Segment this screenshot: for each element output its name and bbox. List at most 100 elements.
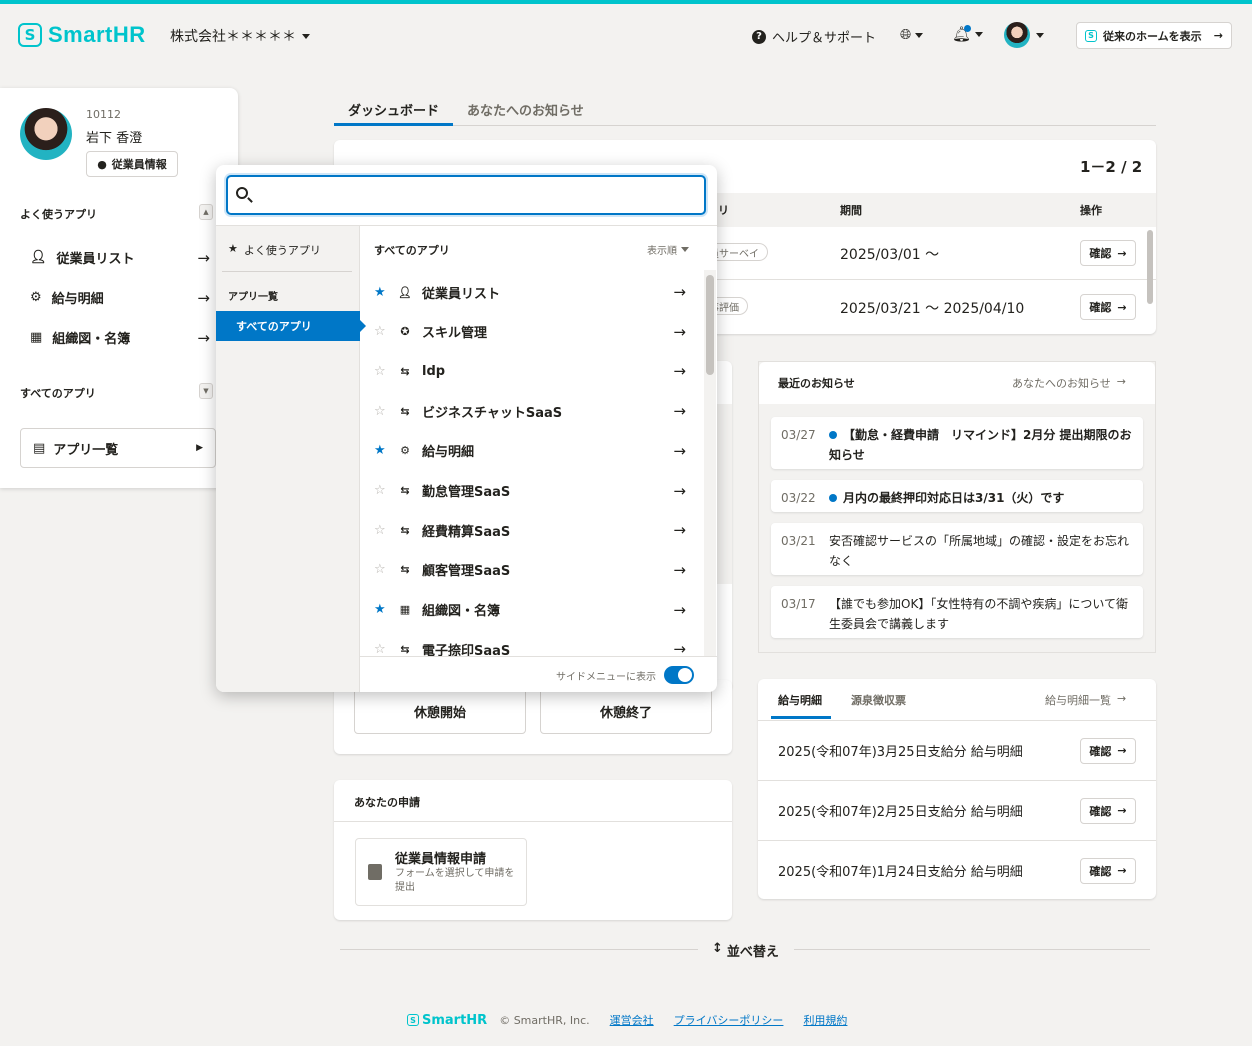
star-outline-icon[interactable]: ☆ bbox=[374, 404, 388, 419]
arrow-right-icon: → bbox=[673, 600, 686, 619]
arrow-right-icon: → bbox=[673, 402, 686, 421]
arrow-right-icon: → bbox=[197, 288, 210, 307]
app-list-item[interactable]: ☆ ⇆ 電子捺印SaaS → bbox=[374, 629, 686, 656]
category-label: よく使うアプリ bbox=[243, 244, 321, 257]
sort-button[interactable]: ↕ 並べ替え bbox=[712, 941, 779, 960]
payslip-link-label: 給与明細一覧 bbox=[1045, 694, 1111, 707]
app-list-item[interactable]: ☆ ⇆ 経費精算SaaS → bbox=[374, 510, 686, 550]
arrow-right-icon: → bbox=[673, 481, 686, 500]
classic-home-label: 従来のホームを表示 bbox=[1103, 29, 1202, 43]
news-item[interactable]: 03/17 【誰でも参加OK】「女性特有の不調や疾病」について衛生委員会で講義し… bbox=[771, 586, 1143, 638]
app-list-item[interactable]: ☆ ⇆ 顧客管理SaaS → bbox=[374, 550, 686, 590]
tab-notices[interactable]: あなたへのお知らせ bbox=[467, 100, 584, 119]
chevron-down-icon bbox=[681, 247, 689, 252]
app-list-item[interactable]: ☆ ✪ スキル管理 → bbox=[374, 312, 686, 352]
payslip-row[interactable]: 2025(令和07年)3月25日支給分 給与明細 確認 → bbox=[758, 720, 1156, 780]
star-outline-icon[interactable]: ☆ bbox=[374, 562, 388, 577]
news-text: 月内の最終押印対応日は3/31（火）です bbox=[843, 491, 1065, 505]
help-support-link[interactable]: ? ヘルプ＆サポート bbox=[752, 27, 876, 46]
payslip-row[interactable]: 2025(令和07年)1月24日支給分 給与明細 確認 → bbox=[758, 840, 1156, 900]
link-icon: ⇆ bbox=[400, 404, 410, 418]
star-outline-icon[interactable]: ☆ bbox=[374, 483, 388, 498]
chevron-down-icon bbox=[915, 32, 924, 38]
star-filled-icon[interactable]: ★ bbox=[374, 443, 388, 458]
sidebar-item-label: 給与明細 bbox=[51, 292, 104, 307]
footer-link-company[interactable]: 運営会社 bbox=[610, 1012, 654, 1028]
news-item[interactable]: 03/27 【勤怠・経費申請 リマインド】2月分 提出期限のお知らせ bbox=[771, 417, 1143, 469]
break-start-button[interactable]: 休憩開始 bbox=[354, 688, 526, 734]
app-list-item[interactable]: ★ 👤︎ 従業員リスト → bbox=[374, 272, 686, 312]
app-list-item[interactable]: ☆ ⇆ ビジネスチャットSaaS → bbox=[374, 391, 686, 431]
app-list-item[interactable]: ☆ ⇆ 勤怠管理SaaS → bbox=[374, 471, 686, 511]
side-menu-toggle[interactable] bbox=[664, 666, 694, 684]
app-search-input[interactable] bbox=[256, 182, 696, 208]
news-item[interactable]: 03/21 安否確認サービスの「所属地域」の確認・設定をお忘れなく bbox=[771, 523, 1143, 575]
expand-toggle[interactable]: ▼ bbox=[199, 383, 213, 399]
news-text: 安否確認サービスの「所属地域」の確認・設定をお忘れなく bbox=[829, 534, 1130, 568]
globe-icon: 🌐︎ bbox=[900, 27, 912, 43]
category-favorites[interactable]: ★ よく使うアプリ bbox=[228, 242, 321, 258]
scrollbar-thumb[interactable] bbox=[706, 275, 714, 375]
link-icon: ⇆ bbox=[400, 364, 410, 378]
task-confirm-button[interactable]: 確認 → bbox=[1080, 294, 1136, 320]
notification-menu[interactable]: 🔔︎ bbox=[952, 25, 984, 43]
app-name: ldp bbox=[422, 363, 446, 379]
confirm-label: 確認 bbox=[1089, 247, 1112, 260]
payslip-confirm-button[interactable]: 確認 → bbox=[1080, 857, 1136, 884]
star-outline-icon[interactable]: ☆ bbox=[374, 364, 388, 379]
news-link-label: あなたへのお知らせ bbox=[1012, 377, 1111, 390]
company-switcher[interactable]: 株式会社＊＊＊＊＊ bbox=[170, 26, 310, 46]
smarthr-logo[interactable]: S SmartHR bbox=[18, 22, 146, 48]
news-date: 03/17 bbox=[781, 597, 816, 611]
toolbox-icon: ▤ bbox=[33, 440, 46, 456]
payslip-row[interactable]: 2025(令和07年)2月25日支給分 給与明細 確認 → bbox=[758, 780, 1156, 840]
payslip-list-link[interactable]: 給与明細一覧 → bbox=[1045, 692, 1126, 708]
sidebar-item-employee-list[interactable]: 👤︎ 従業員リスト → bbox=[30, 248, 210, 268]
sidebar-item-payslip[interactable]: ⚙ 給与明細 → bbox=[30, 288, 210, 308]
tab-withholding[interactable]: 源泉徴収票 bbox=[851, 692, 906, 708]
collapse-toggle[interactable]: ▲ bbox=[199, 204, 213, 220]
star-outline-icon[interactable]: ☆ bbox=[374, 642, 388, 656]
chevron-down-icon bbox=[302, 33, 310, 39]
app-list-item[interactable]: ★ ▦ 組織図・名簿 → bbox=[374, 590, 686, 630]
payslip-confirm-button[interactable]: 確認 → bbox=[1080, 737, 1136, 764]
star-outline-icon[interactable]: ☆ bbox=[374, 523, 388, 538]
app-name: スキル管理 bbox=[422, 326, 488, 342]
user-menu[interactable] bbox=[1004, 22, 1044, 48]
star-outline-icon[interactable]: ☆ bbox=[374, 324, 388, 339]
all-apps-label: すべてのアプリ bbox=[20, 387, 96, 400]
employee-info-button[interactable]: ● 従業員情報 bbox=[86, 151, 178, 177]
link-icon: ⇆ bbox=[400, 484, 410, 497]
sidebar-item-label: 組織図・名簿 bbox=[52, 332, 131, 347]
category-all-apps[interactable]: すべてのアプリ bbox=[216, 311, 366, 341]
tab-payslip[interactable]: 給与明細 bbox=[778, 692, 822, 708]
language-menu[interactable]: 🌐︎ bbox=[900, 27, 924, 43]
skill-icon: ✪ bbox=[400, 325, 410, 339]
question-icon: ? bbox=[752, 29, 766, 44]
app-sort-dropdown[interactable]: 表示順 bbox=[647, 242, 689, 257]
task-confirm-button[interactable]: 確認 → bbox=[1080, 240, 1136, 266]
payslip-label: 2025(令和07年)1月24日支給分 給与明細 bbox=[778, 865, 1023, 880]
footer-link-privacy[interactable]: プライバシーポリシー bbox=[674, 1012, 784, 1028]
news-item[interactable]: 03/22 月内の最終押印対応日は3/31（火）です bbox=[771, 480, 1143, 512]
person-icon: 👤︎ bbox=[398, 285, 412, 299]
top-accent-bar bbox=[0, 0, 1252, 4]
classic-home-button[interactable]: S 従来のホームを表示 → bbox=[1076, 22, 1232, 49]
app-list-button[interactable]: ▤ アプリ一覧 ▶ bbox=[20, 428, 216, 468]
app-name: 従業員リスト bbox=[422, 286, 501, 302]
footer-link-terms[interactable]: 利用規約 bbox=[803, 1012, 847, 1028]
star-filled-icon[interactable]: ★ bbox=[374, 285, 388, 300]
person-icon: 👤︎ bbox=[30, 250, 47, 265]
link-icon: ⇆ bbox=[400, 563, 410, 577]
app-list-item[interactable]: ☆ ⇆ ldp → bbox=[374, 351, 686, 391]
break-end-button[interactable]: 休憩終了 bbox=[540, 688, 712, 734]
footer: S SmartHR © SmartHR, Inc. 運営会社 プライバシーポリシー… bbox=[407, 1012, 847, 1028]
app-list-item[interactable]: ★ ⚙ 給与明細 → bbox=[374, 431, 686, 471]
arrow-right-icon: → bbox=[1117, 804, 1127, 817]
payslip-confirm-button[interactable]: 確認 → bbox=[1080, 797, 1136, 824]
tab-dashboard[interactable]: ダッシュボード bbox=[348, 100, 439, 119]
star-filled-icon[interactable]: ★ bbox=[374, 602, 388, 617]
sidebar-item-org-chart[interactable]: ▦ 組織図・名簿 → bbox=[30, 328, 210, 348]
task-scrollbar[interactable] bbox=[1147, 230, 1153, 304]
news-more-link[interactable]: あなたへのお知らせ → bbox=[1012, 375, 1126, 391]
